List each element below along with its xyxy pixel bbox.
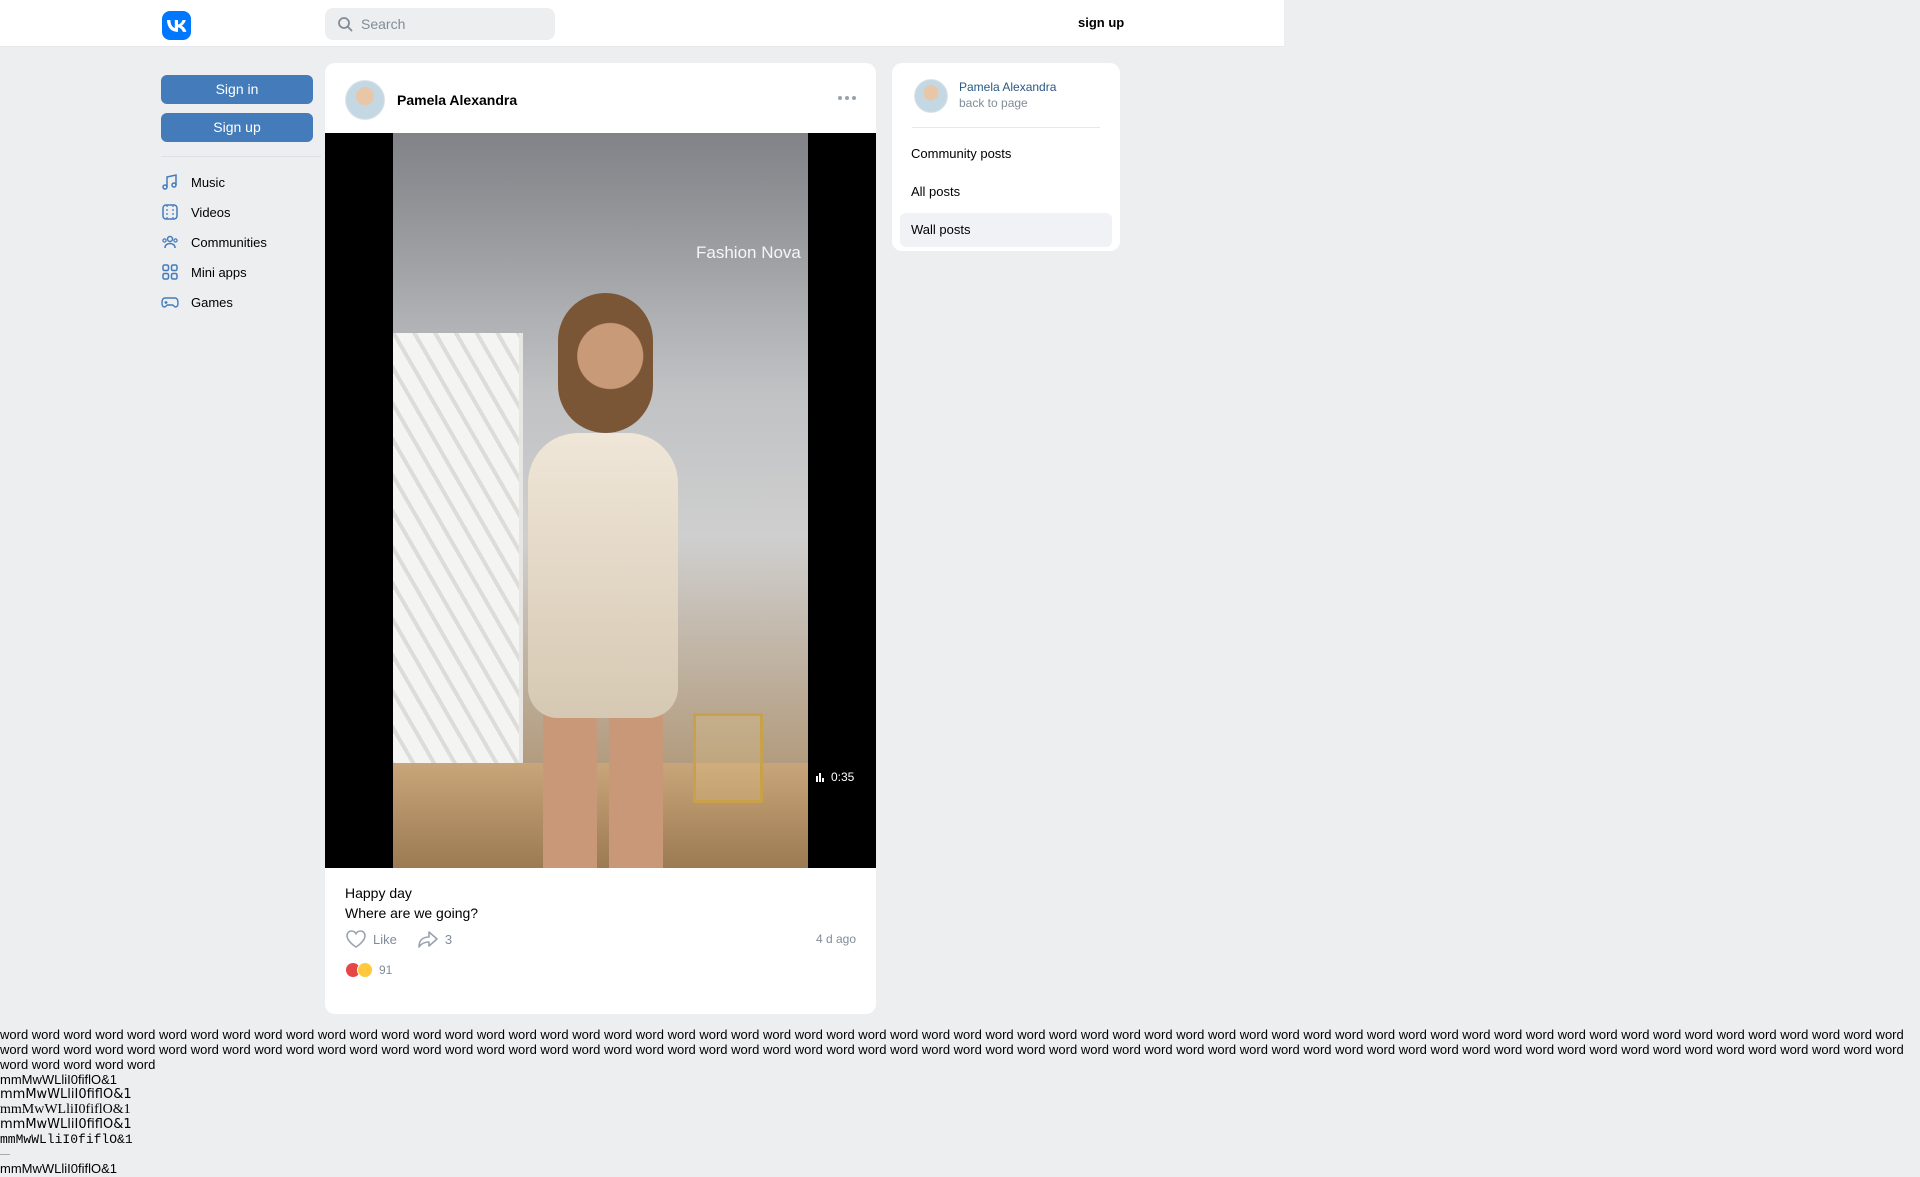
card-divider [912, 127, 1100, 128]
post-timestamp[interactable]: 4 d ago [816, 932, 856, 946]
video-scene-person-legs [543, 708, 663, 868]
reactions-summary[interactable]: 91 [345, 962, 392, 978]
like-button[interactable]: Like [345, 929, 397, 949]
font-test-line: mmMwWLliI0fiflO&1 [0, 1087, 132, 1102]
mini-apps-icon [162, 264, 178, 280]
font-test-line: mmMwWLliI0fiflO&1 [0, 1161, 118, 1176]
author-avatar[interactable] [345, 80, 385, 120]
wall-filter-menu: Community posts All posts Wall posts [900, 137, 1112, 251]
heart-icon [346, 930, 366, 948]
owner-name: Pamela Alexandra [959, 80, 1057, 94]
font-test-line: mmMwWLliI0fiflO&1 [0, 1117, 132, 1132]
menu-item-all-posts[interactable]: All posts [900, 175, 1112, 209]
video-watermark: Fashion Nova [696, 243, 801, 262]
font-test-line: mmMwWLliI0fiflO&1 [0, 1102, 131, 1117]
sidebar-item-label: Communities [191, 234, 267, 250]
search-icon [338, 17, 353, 32]
sound-bars-icon [816, 773, 824, 782]
post-text-line: Happy day [345, 885, 412, 901]
sidebar-item-mini-apps[interactable]: Mini apps [161, 257, 313, 287]
font-test-line: mmMwWLliI0fiflO&1 [0, 1132, 133, 1147]
video-scene-person-head [558, 293, 653, 433]
video-frame: Fashion Nova [393, 133, 808, 868]
header-signup-link[interactable]: sign up [1078, 15, 1124, 30]
duration-text: 0:35 [831, 770, 855, 784]
share-button[interactable]: 3 [417, 929, 452, 949]
post-text-line: Where are we going? [345, 905, 479, 921]
video-player[interactable]: Fashion Nova [325, 133, 876, 868]
video-scene-decor-box [693, 713, 763, 803]
sign-up-button[interactable]: Sign up [161, 113, 313, 142]
share-icon [418, 931, 438, 948]
owner-avatar [914, 79, 948, 113]
more-options-icon[interactable] [835, 90, 859, 106]
video-icon [162, 204, 178, 220]
sidebar-item-music[interactable]: Music [161, 167, 313, 197]
vk-logo-icon [166, 19, 186, 32]
like-label: Like [373, 931, 397, 947]
font-test-divider [0, 1154, 10, 1155]
share-count: 3 [444, 931, 453, 947]
font-test-lines: mmMwWLliI0fiflO&1 mmMwWLliI0fiflO&1 mmMw… [0, 1072, 133, 1176]
vk-logo[interactable] [162, 11, 191, 40]
sidebar-item-label: Videos [191, 204, 231, 220]
sidebar-item-label: Music [191, 174, 225, 190]
sidebar-item-label: Games [191, 294, 233, 310]
sidebar-item-games[interactable]: Games [161, 287, 313, 317]
wall-filter-card: Pamela Alexandra back to page Community … [892, 63, 1120, 251]
top-header: sign up [0, 0, 1284, 47]
sidebar-item-label: Mini apps [191, 264, 247, 280]
post-text: Happy day Where are we going? [345, 883, 478, 923]
gamepad-icon [161, 297, 179, 308]
menu-item-wall-posts[interactable]: Wall posts [900, 213, 1112, 247]
back-to-page-label: back to page [959, 96, 1028, 110]
post-author-name[interactable]: Pamela Alexandra [397, 92, 517, 108]
owner-profile-link[interactable]: Pamela Alexandra back to page [914, 79, 1056, 113]
communities-icon [162, 235, 178, 249]
heart-eyes-reaction-icon [357, 962, 373, 978]
font-test-line: mmMwWLliI0fiflO&1 [0, 1072, 118, 1087]
wall-post: Pamela Alexandra Fashion Nova 0:35 Happy… [325, 63, 876, 1014]
post-header: Pamela Alexandra [325, 63, 876, 133]
test-word-text: word word word word word word word word … [0, 1027, 1904, 1072]
post-actions: Like 3 [345, 929, 472, 949]
sidebar-item-videos[interactable]: Videos [161, 197, 313, 227]
video-scene-person-dress [528, 433, 678, 718]
sign-in-button[interactable]: Sign in [161, 75, 313, 104]
reactions-count: 91 [379, 963, 393, 977]
sidebar-divider [161, 156, 321, 157]
sidebar-item-communities[interactable]: Communities [161, 227, 313, 257]
search-input[interactable] [361, 16, 541, 32]
menu-item-community-posts[interactable]: Community posts [900, 137, 1112, 171]
search-box[interactable] [325, 8, 555, 40]
music-icon [162, 174, 177, 190]
left-sidebar: Sign in Sign up Music Videos Communities [161, 75, 321, 317]
video-duration: 0:35 [815, 770, 854, 784]
